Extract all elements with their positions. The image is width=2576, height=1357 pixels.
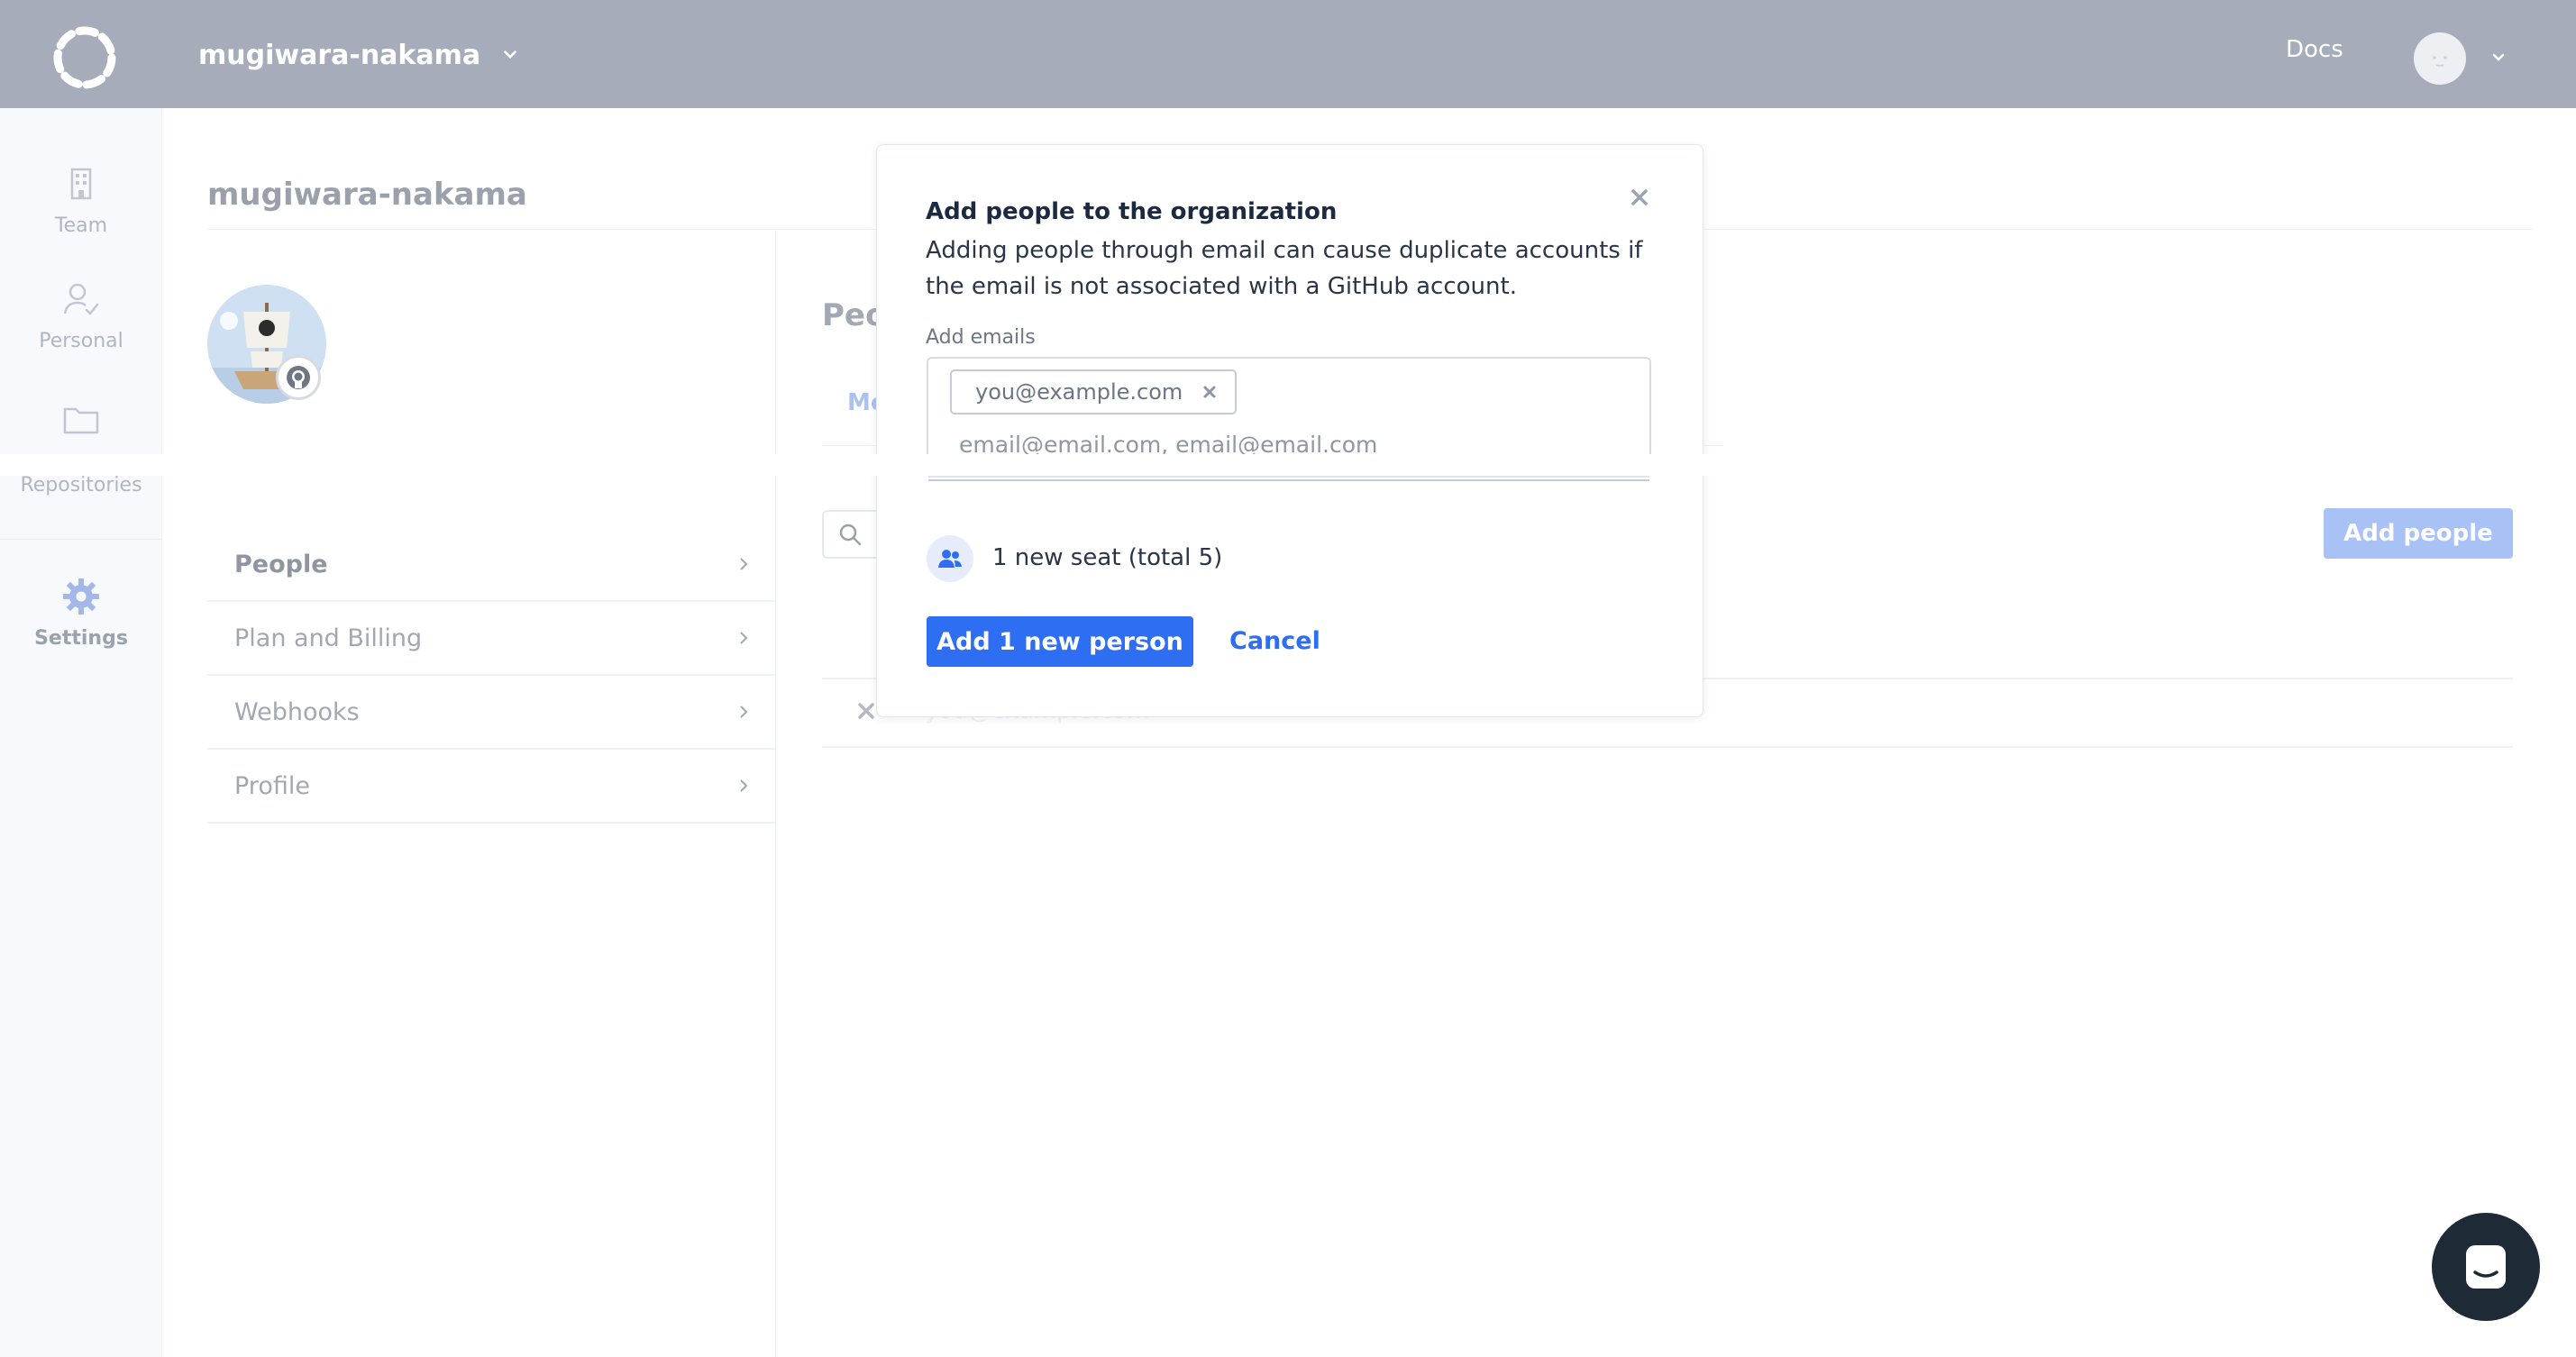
docs-link[interactable]: Docs <box>2286 36 2343 63</box>
rail-item-settings[interactable]: Settings <box>0 577 162 650</box>
user-menu-chevron-icon[interactable] <box>2489 49 2507 67</box>
member-search[interactable] <box>822 510 876 559</box>
column-divider <box>775 231 776 1357</box>
modal-title: Add people to the organization <box>926 198 1338 225</box>
settings-nav-plan-billing[interactable]: Plan and Billing <box>207 602 775 676</box>
rail-item-label: Team <box>54 214 108 237</box>
settings-nav: People Plan and Billing Webhooks Profile <box>207 528 775 824</box>
user-icon <box>63 283 99 315</box>
chevron-right-icon <box>740 632 748 644</box>
rail-item-repositories[interactable]: Repositories <box>0 400 162 496</box>
rail-item-team[interactable]: Team <box>0 164 162 237</box>
settings-nav-label: Plan and Billing <box>234 624 423 652</box>
emails-label: Add emails <box>926 326 1036 349</box>
chevron-right-icon <box>740 558 748 570</box>
chat-launcher[interactable] <box>2432 1213 2540 1321</box>
chevron-right-icon <box>740 779 748 792</box>
rail-item-label: Repositories <box>20 474 142 496</box>
search-icon <box>839 524 862 546</box>
settings-nav-people[interactable]: People <box>207 528 775 602</box>
org-switcher[interactable]: mugiwara-nakama <box>198 32 520 77</box>
email-chip-label: you@example.com <box>975 379 1183 405</box>
settings-nav-webhooks[interactable]: Webhooks <box>207 676 775 750</box>
cancel-button[interactable]: Cancel <box>1229 627 1320 655</box>
email-chip: you@example.com <box>950 369 1237 414</box>
avatar-face-icon <box>2433 56 2447 67</box>
settings-nav-profile[interactable]: Profile <box>207 750 775 824</box>
modal-description: Adding people through email can cause du… <box>926 237 1643 300</box>
add-people-button[interactable]: Add people <box>2324 508 2513 559</box>
seats-icon <box>927 535 973 582</box>
people-icon <box>938 550 962 568</box>
github-badge <box>276 355 321 400</box>
github-icon <box>287 366 310 389</box>
rail-divider <box>0 539 162 540</box>
user-avatar[interactable] <box>2414 32 2466 85</box>
settings-nav-label: Webhooks <box>234 697 360 726</box>
chevron-down-icon <box>504 50 516 59</box>
gear-icon <box>63 578 99 615</box>
remove-chip-icon[interactable] <box>1202 385 1217 399</box>
add-person-button[interactable]: Add 1 new person <box>927 616 1193 667</box>
seat-summary: 1 new seat (total 5) <box>992 544 1223 571</box>
building-icon <box>70 168 92 200</box>
table-divider <box>822 746 2513 748</box>
rail-item-label: Settings <box>34 627 128 650</box>
section-gap <box>0 454 2576 476</box>
emails-field-edge <box>928 479 1649 481</box>
rail-item-personal[interactable]: Personal <box>0 279 162 352</box>
folder-icon <box>63 407 99 434</box>
remove-row-icon[interactable] <box>856 701 876 721</box>
chevron-right-icon <box>740 706 748 718</box>
top-bar: mugiwara-nakama Docs <box>0 0 2576 108</box>
page-title: mugiwara-nakama <box>207 177 527 213</box>
settings-nav-label: People <box>234 550 328 578</box>
emails-field-edge <box>928 476 1649 478</box>
app-logo-icon[interactable] <box>49 22 121 94</box>
rail-item-label: Personal <box>39 330 123 352</box>
org-switcher-label: mugiwara-nakama <box>198 39 481 71</box>
settings-nav-label: Profile <box>234 771 310 800</box>
chat-icon <box>2466 1245 2506 1289</box>
